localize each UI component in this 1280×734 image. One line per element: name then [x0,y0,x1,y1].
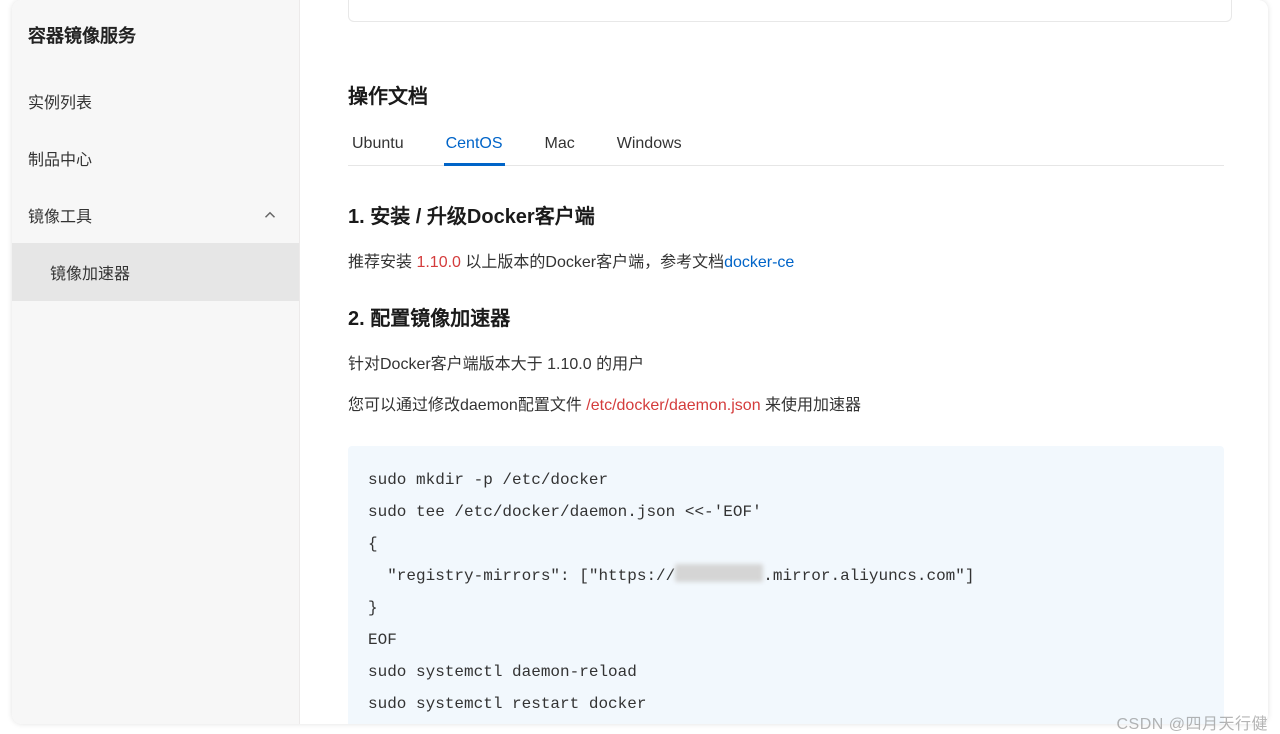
section-title: 操作文档 [348,80,1224,109]
tab-ubuntu[interactable]: Ubuntu [352,127,404,165]
app-panel: 容器镜像服务 实例列表 制品中心 镜像工具 镜像加速器 操作 [12,0,1268,724]
para-daemon-path: 您可以通过修改daemon配置文件 /etc/docker/daemon.jso… [348,392,1224,419]
link-docker-ce[interactable]: docker-ce [724,254,794,271]
version-text: 1.10.0 [416,254,460,271]
content-area: 操作文档 Ubuntu CentOS Mac Windows 1. 安装 / 升… [300,0,1268,724]
daemon-json-path: /etc/docker/daemon.json [586,397,760,414]
sidebar-subitem-label: 镜像加速器 [50,260,130,284]
tab-windows[interactable]: Windows [617,127,682,165]
sidebar-item-artifacts[interactable]: 制品中心 [12,129,299,186]
para-install: 推荐安装 1.10.0 以上版本的Docker客户端，参考文档docker-ce [348,249,1224,276]
tab-centos[interactable]: CentOS [446,127,503,165]
sidebar-item-instances[interactable]: 实例列表 [12,72,299,129]
sidebar-item-label: 镜像工具 [28,203,92,227]
tabs: Ubuntu CentOS Mac Windows [348,127,1224,166]
heading-install: 1. 安装 / 升级Docker客户端 [348,200,1224,229]
top-empty-box [348,0,1232,22]
sidebar-subitem-mirror-accel[interactable]: 镜像加速器 [12,243,299,301]
tab-mac[interactable]: Mac [545,127,575,165]
sidebar-item-image-tools[interactable]: 镜像工具 [12,186,299,243]
code-block: sudo mkdir -p /etc/docker sudo tee /etc/… [348,446,1224,724]
sidebar-item-label: 制品中心 [28,146,92,170]
sidebar-title: 容器镜像服务 [12,0,299,72]
para-version-req: 针对Docker客户端版本大于 1.10.0 的用户 [348,351,1224,378]
watermark: CSDN @四月天行健 [1116,710,1268,734]
redacted-mirror-id [675,564,763,582]
sidebar: 容器镜像服务 实例列表 制品中心 镜像工具 镜像加速器 [12,0,300,724]
sidebar-item-label: 实例列表 [28,89,92,113]
chevron-up-icon [261,206,279,224]
heading-config: 2. 配置镜像加速器 [348,302,1224,331]
